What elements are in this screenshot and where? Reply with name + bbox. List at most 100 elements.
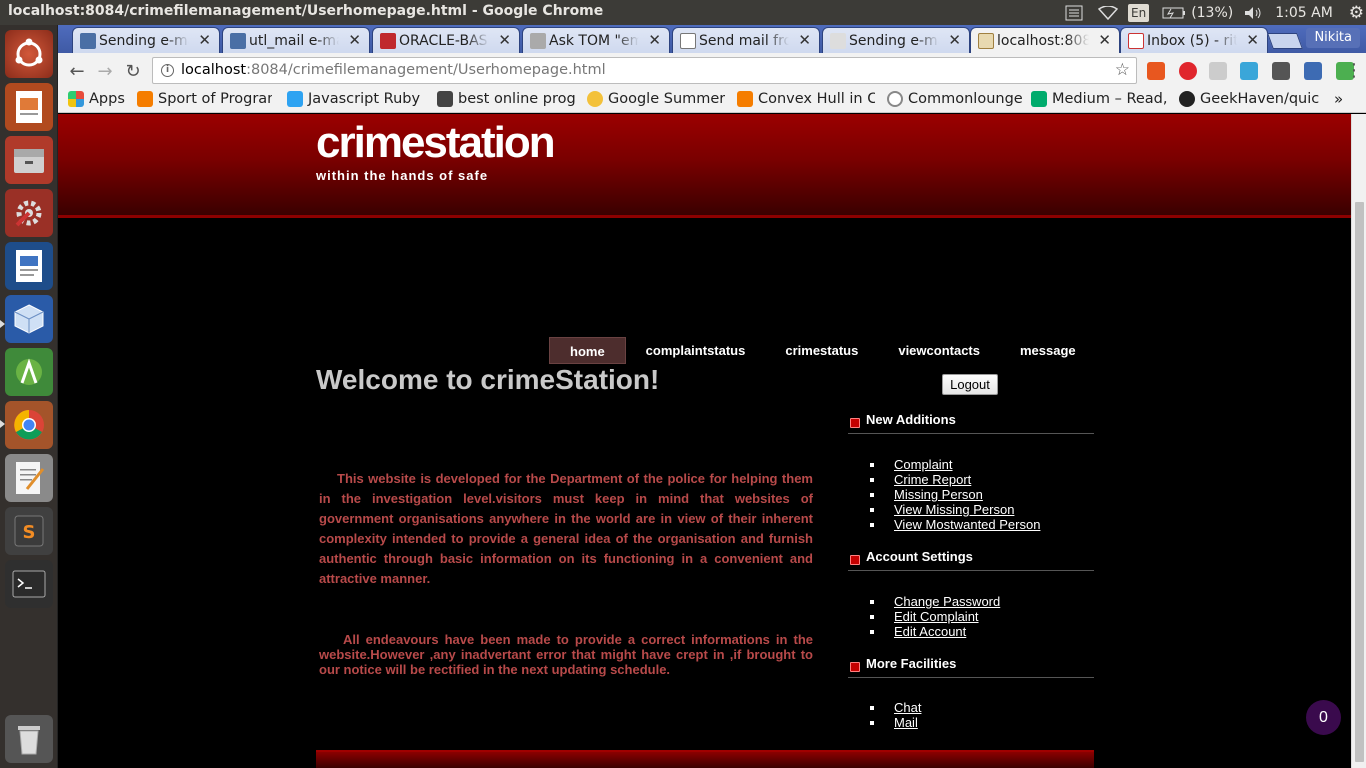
link-complaint[interactable]: Complaint [894,457,953,472]
nav-home[interactable]: home [549,337,626,364]
section-heading-text: New Additions [866,412,956,427]
list-item: Crime Report [870,472,1040,487]
list-item: Mail [870,715,921,730]
tab-title: Send mail from [699,32,789,49]
close-icon[interactable]: ✕ [798,31,811,49]
logout-button[interactable]: Logout [942,374,998,395]
link-change-password[interactable]: Change Password [894,594,1000,609]
bg-icon [230,33,246,49]
nav-crimestatus[interactable]: crimestatus [765,337,878,364]
bookmark[interactable]: Medium – Read, write [1031,91,1169,107]
close-icon[interactable]: ✕ [948,31,961,49]
bookmark[interactable]: Commonlounge [887,91,1022,107]
vertical-scrollbar[interactable] [1351,114,1366,768]
link-missing-person[interactable]: Missing Person [894,487,983,502]
badge-extension-icon[interactable] [1240,62,1258,80]
main-nav: home complaintstatus crimestatus viewcon… [549,337,1096,364]
localhost-icon [978,33,994,49]
bookmark[interactable]: Javascript Ruby [287,91,422,107]
address-bar[interactable]: i localhost:8084/crimefilemanagement/Use… [152,57,1137,84]
disclaimer-paragraph: All endeavours have been made to provide… [319,632,813,677]
close-icon[interactable]: ✕ [198,31,211,49]
system-settings-icon[interactable] [5,189,53,237]
chrome-menu-icon[interactable]: ⋮ [1345,60,1363,81]
more-bookmarks-icon[interactable]: » [1334,90,1343,108]
files-icon[interactable] [5,136,53,184]
virtualbox-icon[interactable] [5,295,53,343]
scrollbar-thumb[interactable] [1355,202,1364,762]
close-icon[interactable]: ✕ [648,31,661,49]
url-host: localhost [181,62,247,78]
close-icon[interactable]: ✕ [348,31,361,49]
bookmark[interactable]: Google Summer of Code [587,91,725,107]
nav-viewcontacts[interactable]: viewcontacts [878,337,1000,364]
tab[interactable]: Inbox (5) - rit ✕ [1120,27,1268,53]
page-viewport: crimestation within the hands of safe ho… [58,114,1351,768]
tab[interactable]: Send mail from ✕ [672,27,820,53]
tab[interactable]: Sending e-mail ✕ [72,27,220,53]
android-studio-icon[interactable] [5,348,53,396]
ubuntu-dash-icon[interactable] [5,30,53,78]
star-icon[interactable]: ☆ [1115,58,1130,83]
tab-title: utl_mail e-mail [249,32,339,49]
shield-extension-icon[interactable] [1304,62,1322,80]
trash-icon[interactable] [5,715,53,763]
tab[interactable]: Ask TOM "em ✕ [522,27,670,53]
text-editor-icon[interactable] [5,454,53,502]
terminal-icon[interactable] [5,560,53,608]
info-icon[interactable]: i [161,64,174,77]
profile-button[interactable]: Nikita [1306,28,1360,48]
account-settings-list: Change Password Edit Complaint Edit Acco… [870,594,1000,639]
sublime-text-icon[interactable]: S [5,507,53,555]
site-tagline: within the hands of safe [316,168,489,183]
close-icon[interactable]: ✕ [1098,31,1111,49]
writer-icon[interactable] [5,242,53,290]
browser-toolbar: ← → ↻ i localhost:8084/crimefilemanageme… [58,53,1366,88]
chrome-icon[interactable] [5,401,53,449]
new-tab-button[interactable] [1267,33,1303,49]
back-arrow-icon[interactable]: ← [66,60,88,82]
puzzle-extension-icon[interactable] [1272,62,1290,80]
volume-icon[interactable] [1243,4,1263,22]
link-crime-report[interactable]: Crime Report [894,472,971,487]
bookmark[interactable]: best online programming [437,91,577,107]
link-mail[interactable]: Mail [894,715,918,730]
bookmarks-bar: Apps Sport of Programming Javascript Rub… [58,88,1366,113]
clock[interactable]: 1:05 AM [1275,5,1333,21]
bookmark-apps[interactable]: Apps [68,91,130,107]
gear-icon[interactable]: ⚙ [1349,3,1364,23]
tab[interactable]: ORACLE-BASE ✕ [372,27,520,53]
link-view-mostwanted-person[interactable]: View Mostwanted Person [894,517,1040,532]
close-icon[interactable]: ✕ [498,31,511,49]
tab[interactable]: utl_mail e-mail ✕ [222,27,370,53]
reload-icon[interactable]: ↻ [122,60,144,82]
close-icon[interactable]: ✕ [1246,31,1259,49]
link-edit-account[interactable]: Edit Account [894,624,966,639]
forward-arrow-icon[interactable]: → [94,60,116,82]
bookmark[interactable]: Convex Hull in C++ [737,91,875,107]
battery-icon[interactable] [1161,4,1187,22]
tab[interactable]: Sending e-mail ✕ [822,27,970,53]
nav-complaintstatus[interactable]: complaintstatus [626,337,766,364]
wifi-icon[interactable] [1098,4,1118,22]
bookmark-label: Commonlounge [908,91,1022,107]
menu-list-icon[interactable] [1064,4,1084,22]
tab-active[interactable]: localhost:8084 ✕ [970,27,1120,53]
chat-count-badge[interactable]: 0 [1306,700,1341,735]
blogger-icon [737,91,753,107]
nav-message[interactable]: message [1000,337,1096,364]
bookmark[interactable]: GeekHaven/quick [1179,91,1319,107]
link-chat[interactable]: Chat [894,700,921,715]
link-edit-complaint[interactable]: Edit Complaint [894,609,979,624]
asktom-icon [530,33,546,49]
s-extension-icon[interactable] [1209,62,1227,80]
site-header: crimestation within the hands of safe [58,114,1351,218]
keyboard-layout[interactable]: En [1128,3,1150,22]
impress-icon[interactable] [5,83,53,131]
bookmark[interactable]: Sport of Programming [137,91,272,107]
link-view-missing-person[interactable]: View Missing Person [894,502,1014,517]
tab-title: localhost:8084 [997,32,1089,49]
office-icon[interactable] [1147,62,1165,80]
list-item: Change Password [870,594,1000,609]
opera-icon[interactable] [1179,62,1197,80]
